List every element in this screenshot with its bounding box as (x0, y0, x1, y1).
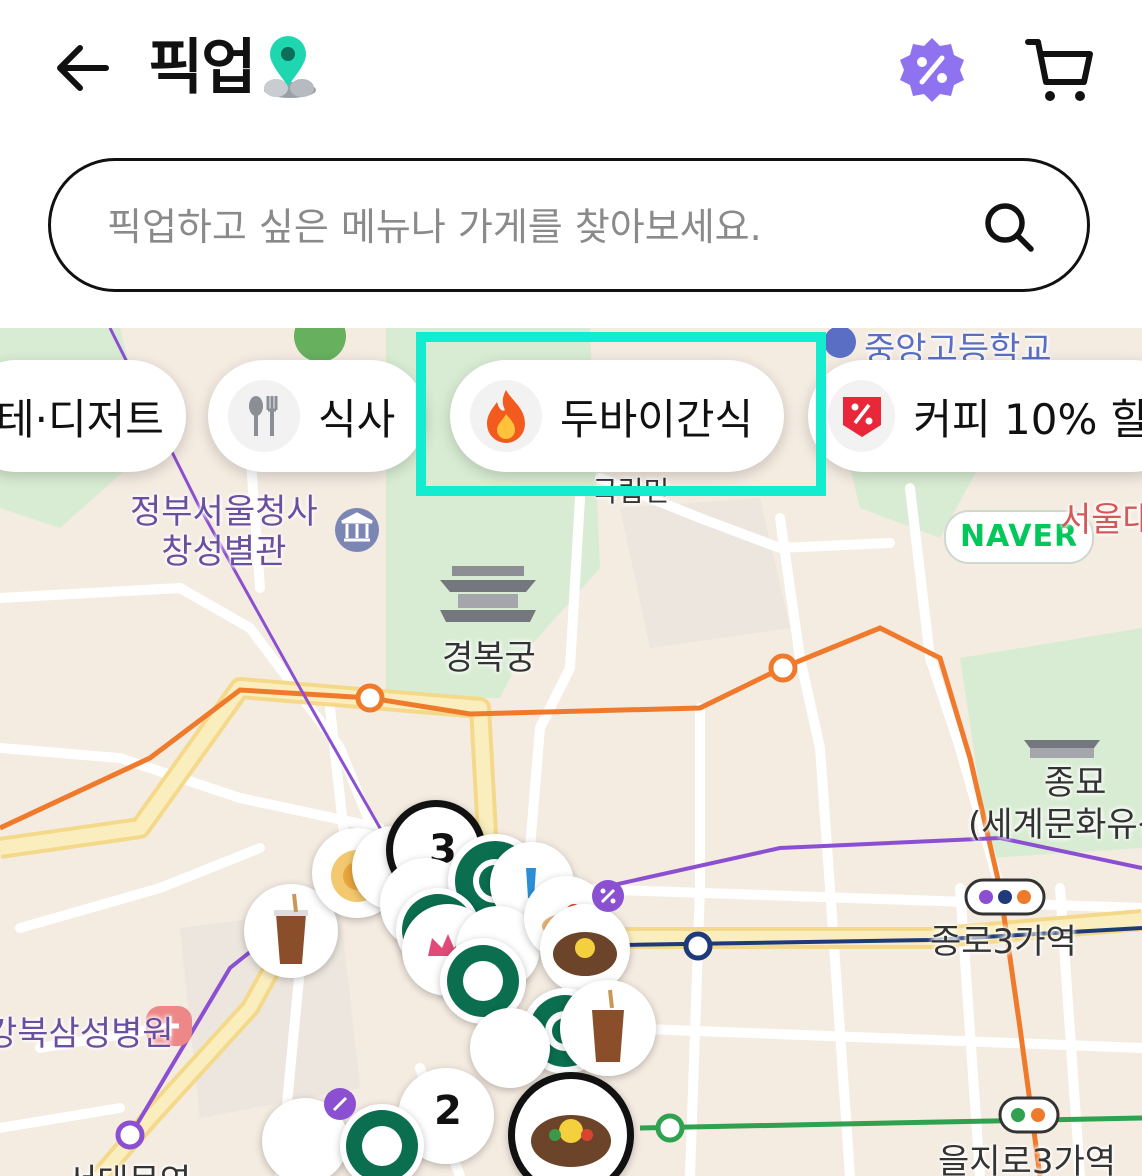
search-icon[interactable] (981, 199, 1037, 255)
map-label-seoul-partial: 서울대 (1060, 500, 1142, 540)
map-view[interactable]: 중앙고등학교 정부서울청사 창성별관 경복궁 NAVER 서울대 종묘 (세계문… (0, 328, 1142, 1176)
map-pin-icon (264, 36, 316, 98)
discount-badge-icon[interactable] (898, 36, 966, 104)
bibimbap-icon (531, 1115, 611, 1167)
search-input[interactable] (105, 193, 969, 261)
arrow-left-icon (57, 45, 109, 91)
cluster-count: 2 (434, 1088, 462, 1134)
store-marker-iced-coffee-2[interactable] (560, 980, 656, 1076)
map-label-palace: 경복궁 (442, 638, 536, 678)
store-marker-c[interactable] (470, 1008, 550, 1088)
search-bar (48, 158, 1090, 292)
discount-badge-icon[interactable] (590, 878, 626, 914)
chip-coffee-discount[interactable]: 커피 10% 할인 (808, 360, 1142, 472)
fork-spoon-icon (228, 380, 300, 452)
back-button[interactable] (50, 36, 114, 100)
chip-label: 테·디저트 (0, 394, 164, 444)
discount-badge-icon[interactable] (322, 1086, 358, 1122)
map-label-seodaemun: 서대문역 (66, 1154, 191, 1176)
chip-meal[interactable]: 식사 (208, 360, 426, 472)
app-header: 픽업 (0, 0, 1142, 140)
chip-label: 식사 (318, 394, 396, 444)
discount-tag-icon (828, 380, 896, 452)
chip-cafe-dessert[interactable]: 테·디저트 (0, 360, 186, 472)
map-label-euljiro3: 을지로3가역 (938, 1142, 1117, 1176)
map-label-gov-building: 정부서울청사 창성별관 (130, 492, 318, 572)
iced-coffee-icon (592, 989, 624, 1062)
page-title: 픽업 (148, 33, 256, 103)
map-label-jongno3: 종로3가역 (930, 922, 1077, 962)
highlight-box (416, 332, 826, 496)
chip-label: 커피 10% 할인 (913, 394, 1142, 444)
map-label-hospital: 강북삼성병원 (0, 1014, 174, 1054)
map-label-jongmyo: 종묘 (세계문화유산) (968, 763, 1142, 845)
cart-icon[interactable] (1024, 36, 1096, 104)
